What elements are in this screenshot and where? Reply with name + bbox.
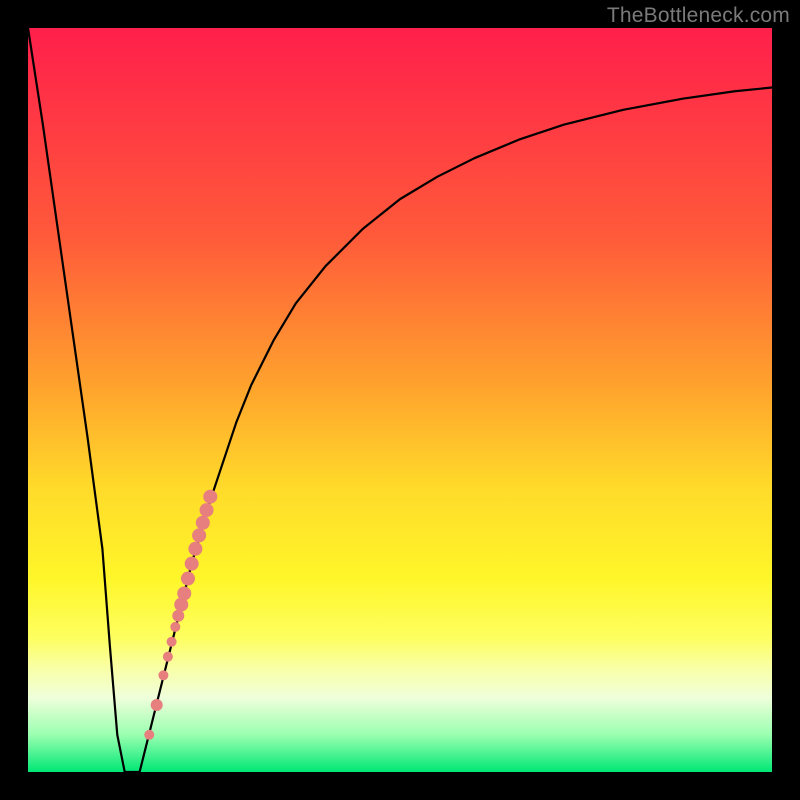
data-point <box>177 586 191 600</box>
data-point <box>167 637 177 647</box>
data-point <box>203 490 217 504</box>
border-right <box>772 0 800 800</box>
data-point <box>144 730 154 740</box>
data-point <box>151 699 163 711</box>
data-point <box>170 622 180 632</box>
gradient-background <box>28 28 772 772</box>
chart-svg <box>28 28 772 772</box>
plot-area <box>28 28 772 772</box>
data-point <box>163 652 173 662</box>
data-point <box>196 516 210 530</box>
data-point <box>181 572 195 586</box>
data-point <box>185 557 199 571</box>
data-point <box>188 542 202 556</box>
border-top <box>0 0 800 28</box>
border-left <box>0 0 28 800</box>
data-point <box>158 670 168 680</box>
data-point <box>200 503 214 517</box>
data-point <box>192 528 206 542</box>
chart-frame: TheBottleneck.com <box>0 0 800 800</box>
border-bottom <box>0 772 800 800</box>
data-point <box>172 610 184 622</box>
